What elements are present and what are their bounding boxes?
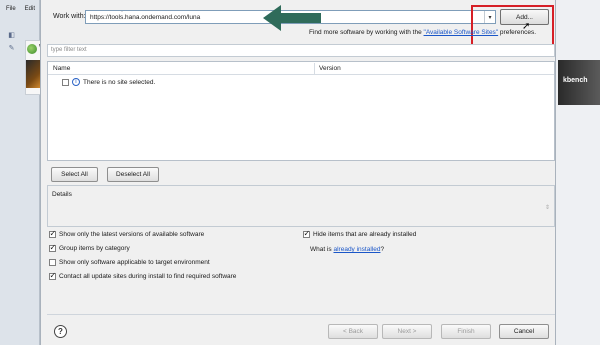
tree-row-checkbox[interactable] — [62, 78, 69, 86]
back-button[interactable]: < Back — [328, 324, 378, 339]
background-workbench-right — [555, 0, 600, 345]
option-contact-update-sites[interactable]: Contact all update sites during install … — [49, 271, 237, 280]
column-divider[interactable] — [314, 63, 315, 74]
latest-versions-label: Show only the latest versions of availab… — [59, 231, 205, 238]
finish-button[interactable]: Finish — [441, 324, 491, 339]
tree-row[interactable]: i There is no site selected. — [62, 78, 155, 86]
what-is-prefix: What is — [310, 246, 334, 253]
find-more-text: Find more software by working with the "… — [309, 29, 536, 36]
find-more-prefix: Find more software by working with the — [309, 29, 424, 36]
details-scroll-icon[interactable]: ⇕ — [545, 204, 550, 211]
background-menu-bar: File Edit — [0, 6, 40, 18]
tree-empty-message: There is no site selected. — [83, 78, 156, 86]
workbench-banner-label: kbench — [563, 77, 588, 84]
footer-separator — [47, 314, 555, 315]
background-toolbar-icon[interactable]: ◧ — [7, 31, 16, 40]
column-header-name[interactable]: Name — [53, 65, 70, 72]
annotation-arrow-icon — [263, 5, 321, 31]
work-with-label: Work with: — [53, 13, 86, 20]
help-icon[interactable]: ? — [54, 325, 67, 338]
details-title: Details — [52, 191, 72, 198]
latest-versions-checkbox[interactable] — [49, 229, 56, 238]
already-installed-link[interactable]: already installed — [333, 246, 380, 253]
contact-update-sites-label: Contact all update sites during install … — [59, 273, 237, 280]
deselect-all-button[interactable]: Deselect All — [107, 167, 159, 182]
contact-update-sites-checkbox[interactable] — [49, 271, 56, 280]
target-environment-label: Show only software applicable to target … — [59, 259, 210, 266]
group-by-category-label: Group items by category — [59, 245, 130, 252]
combo-marker-icon: · — [121, 9, 123, 15]
column-header-version[interactable]: Version — [319, 65, 341, 72]
info-icon: i — [72, 78, 80, 86]
target-environment-checkbox[interactable] — [49, 259, 56, 266]
what-is-suffix: ? — [380, 246, 385, 253]
select-all-button[interactable]: Select All — [51, 167, 98, 182]
option-latest-versions[interactable]: Show only the latest versions of availab… — [49, 229, 205, 238]
option-hide-installed[interactable]: Hide items that are already installed — [303, 229, 417, 238]
hide-installed-checkbox[interactable] — [303, 229, 310, 238]
available-software-sites-link[interactable]: "Available Software Sites" — [424, 29, 499, 36]
find-more-suffix: preferences. — [498, 29, 537, 36]
what-is-installed-text: What is already installed? — [310, 246, 384, 253]
software-tree[interactable]: Name Version i There is no site selected… — [47, 61, 555, 161]
option-target-environment[interactable]: Show only software applicable to target … — [49, 259, 210, 266]
filter-input[interactable]: type filter text — [47, 44, 555, 57]
tree-header: Name Version — [48, 62, 554, 75]
next-button[interactable]: Next > — [382, 324, 432, 339]
background-toolbar-icon[interactable]: ✎ — [7, 44, 16, 53]
group-by-category-checkbox[interactable] — [49, 243, 56, 252]
install-dialog: Work with: · https://tools.hana.ondemand… — [40, 0, 556, 345]
hide-installed-label: Hide items that are already installed — [313, 231, 417, 238]
cancel-button[interactable]: Cancel — [499, 324, 549, 339]
background-menu-edit[interactable]: Edit — [25, 6, 35, 18]
welcome-icon — [27, 44, 37, 54]
background-menu-file[interactable]: File — [6, 6, 16, 18]
details-group: Details ⇕ — [47, 185, 555, 227]
option-group-by-category[interactable]: Group items by category — [49, 243, 130, 252]
